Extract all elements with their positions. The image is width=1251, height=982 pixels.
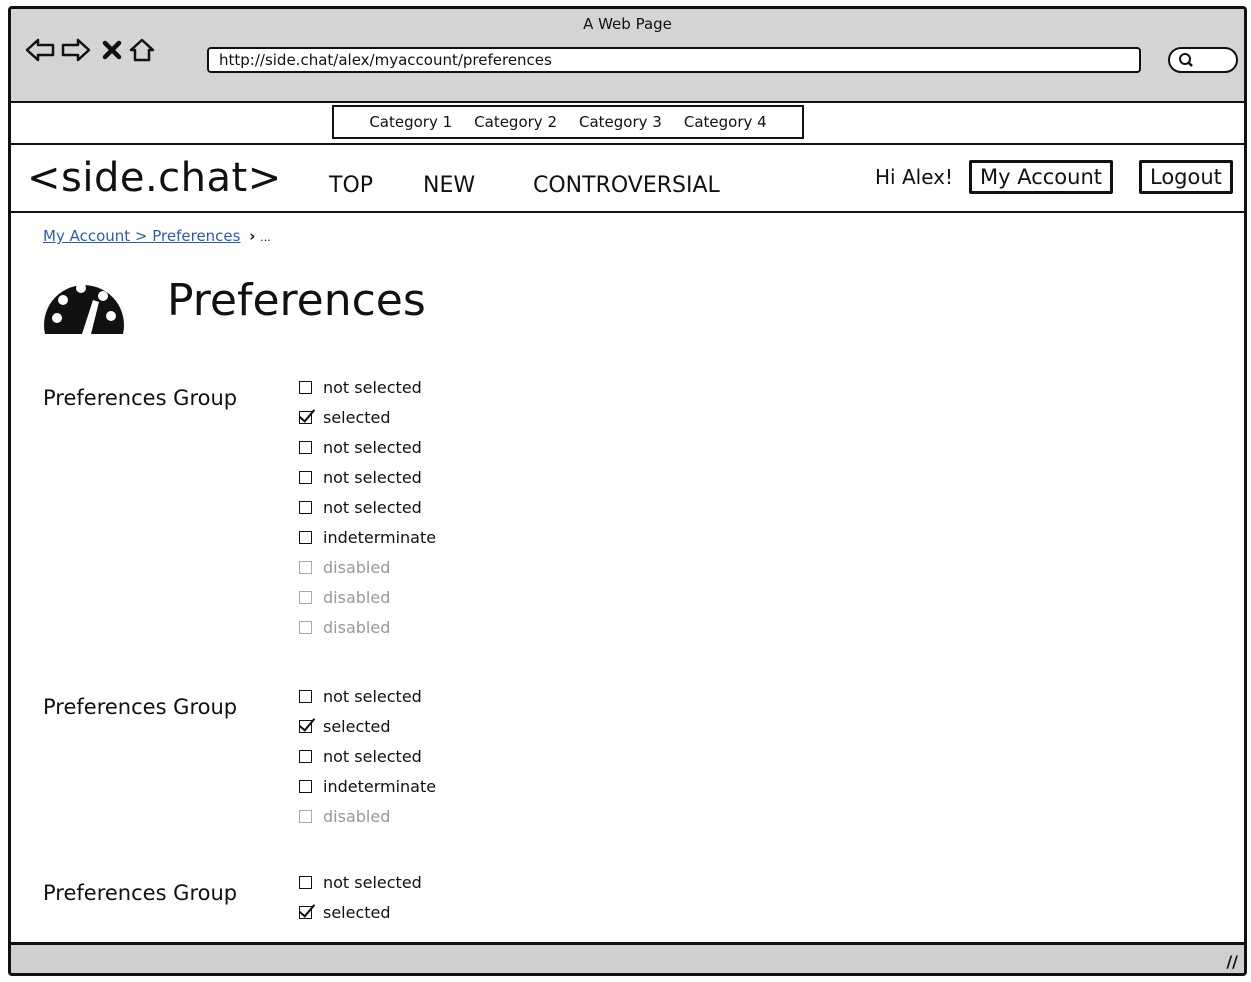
preference-checkbox-unchecked[interactable]: not selected: [299, 869, 422, 895]
checkbox-box[interactable]: [299, 470, 312, 484]
url-input[interactable]: http://side.chat/alex/myaccount/preferen…: [207, 47, 1141, 73]
site-logo[interactable]: <side.chat>: [27, 155, 282, 201]
preference-checkbox-indeterminate[interactable]: indeterminate: [299, 524, 436, 550]
checkbox-box: [299, 809, 312, 823]
checkbox-box[interactable]: [299, 410, 312, 424]
checkbox-label: not selected: [323, 377, 422, 397]
checkbox-box[interactable]: [299, 500, 312, 514]
checkbox-box: [299, 590, 312, 604]
preferences-group-label: Preferences Group: [43, 695, 238, 719]
search-icon: [1179, 53, 1193, 67]
breadcrumb-separator: ›: [249, 227, 256, 245]
checkbox-label: not selected: [323, 872, 422, 892]
checkbox-label: selected: [323, 716, 391, 736]
preference-checkbox-unchecked[interactable]: not selected: [299, 683, 422, 709]
nav-new[interactable]: NEW: [423, 173, 475, 198]
preference-checkbox-checked[interactable]: selected: [299, 713, 391, 739]
resize-grip-icon[interactable]: //: [1226, 952, 1238, 971]
checkbox-label: selected: [323, 902, 391, 922]
nav-controversial[interactable]: CONTROVERSIAL: [533, 173, 720, 198]
category-tab-4[interactable]: Category 4: [684, 113, 767, 131]
category-tab-1[interactable]: Category 1: [369, 113, 452, 131]
checkbox-box[interactable]: [299, 440, 312, 454]
user-greeting: Hi Alex!: [875, 165, 953, 189]
preference-checkbox-disabled: disabled: [299, 614, 390, 640]
preference-checkbox-unchecked[interactable]: not selected: [299, 494, 422, 520]
preference-checkbox-checked[interactable]: selected: [299, 899, 391, 925]
stop-icon[interactable]: [97, 35, 127, 65]
checkbox-box[interactable]: [299, 380, 312, 394]
checkbox-label: indeterminate: [323, 776, 437, 796]
checkbox-label: not selected: [323, 746, 422, 766]
checkbox-box[interactable]: [299, 905, 312, 919]
forward-arrow-icon[interactable]: [61, 35, 91, 65]
status-bar: //: [11, 942, 1244, 973]
category-bar: Category 1 Category 2 Category 3 Categor…: [11, 103, 1244, 145]
checkbox-label: disabled: [323, 617, 391, 637]
preference-checkbox-disabled: disabled: [299, 554, 390, 580]
checkbox-box[interactable]: [299, 749, 312, 763]
checkbox-label: not selected: [323, 467, 422, 487]
preferences-group-label: Preferences Group: [43, 386, 238, 410]
checkbox-label: disabled: [323, 806, 391, 826]
preference-checkbox-unchecked[interactable]: not selected: [299, 434, 422, 460]
home-icon[interactable]: [127, 35, 157, 65]
category-tab-3[interactable]: Category 3: [579, 113, 662, 131]
category-tab-2[interactable]: Category 2: [474, 113, 557, 131]
checkbox-box[interactable]: [299, 875, 312, 889]
window-title: A Web Page: [583, 15, 672, 33]
browser-window: A Web Page http://side.chat/alex/myaccou…: [8, 6, 1247, 976]
checkbox-label: disabled: [323, 557, 391, 577]
checkbox-box[interactable]: [299, 689, 312, 703]
preference-checkbox-indeterminate[interactable]: indeterminate: [299, 773, 436, 799]
checkbox-box[interactable]: [299, 779, 312, 793]
checkbox-label: disabled: [323, 587, 391, 607]
dashboard-gauge-icon: [43, 283, 124, 334]
back-arrow-icon[interactable]: [25, 35, 55, 65]
checkbox-box: [299, 560, 312, 574]
page-title: Preferences: [167, 275, 426, 326]
breadcrumb-link[interactable]: My Account > Preferences: [43, 227, 240, 245]
checkbox-box[interactable]: [299, 719, 312, 733]
preference-checkbox-unchecked[interactable]: not selected: [299, 743, 422, 769]
preferences-group-label: Preferences Group: [43, 881, 238, 905]
browser-toolbar: A Web Page http://side.chat/alex/myaccou…: [11, 9, 1244, 103]
checkbox-box: [299, 620, 312, 634]
preference-checkbox-disabled: disabled: [299, 584, 390, 610]
preference-checkbox-unchecked[interactable]: not selected: [299, 464, 422, 490]
checkbox-label: not selected: [323, 437, 422, 457]
breadcrumb: My Account > Preferences › ...: [43, 227, 271, 245]
checkbox-box[interactable]: [299, 530, 312, 544]
preference-checkbox-checked[interactable]: selected: [299, 404, 391, 430]
checkbox-label: selected: [323, 407, 391, 427]
site-header: <side.chat> TOP NEW CONTROVERSIAL Hi Ale…: [11, 145, 1244, 213]
checkbox-label: indeterminate: [323, 527, 437, 547]
nav-top[interactable]: TOP: [329, 173, 373, 198]
my-account-button[interactable]: My Account: [969, 160, 1114, 194]
preference-checkbox-disabled: disabled: [299, 803, 390, 829]
breadcrumb-ellipsis: ...: [260, 231, 271, 244]
preference-checkbox-unchecked[interactable]: not selected: [299, 374, 422, 400]
browser-search-box[interactable]: [1168, 47, 1238, 73]
checkbox-label: not selected: [323, 686, 422, 706]
checkbox-label: not selected: [323, 497, 422, 517]
logout-button[interactable]: Logout: [1139, 160, 1233, 194]
category-tabs: Category 1 Category 2 Category 3 Categor…: [332, 105, 804, 139]
